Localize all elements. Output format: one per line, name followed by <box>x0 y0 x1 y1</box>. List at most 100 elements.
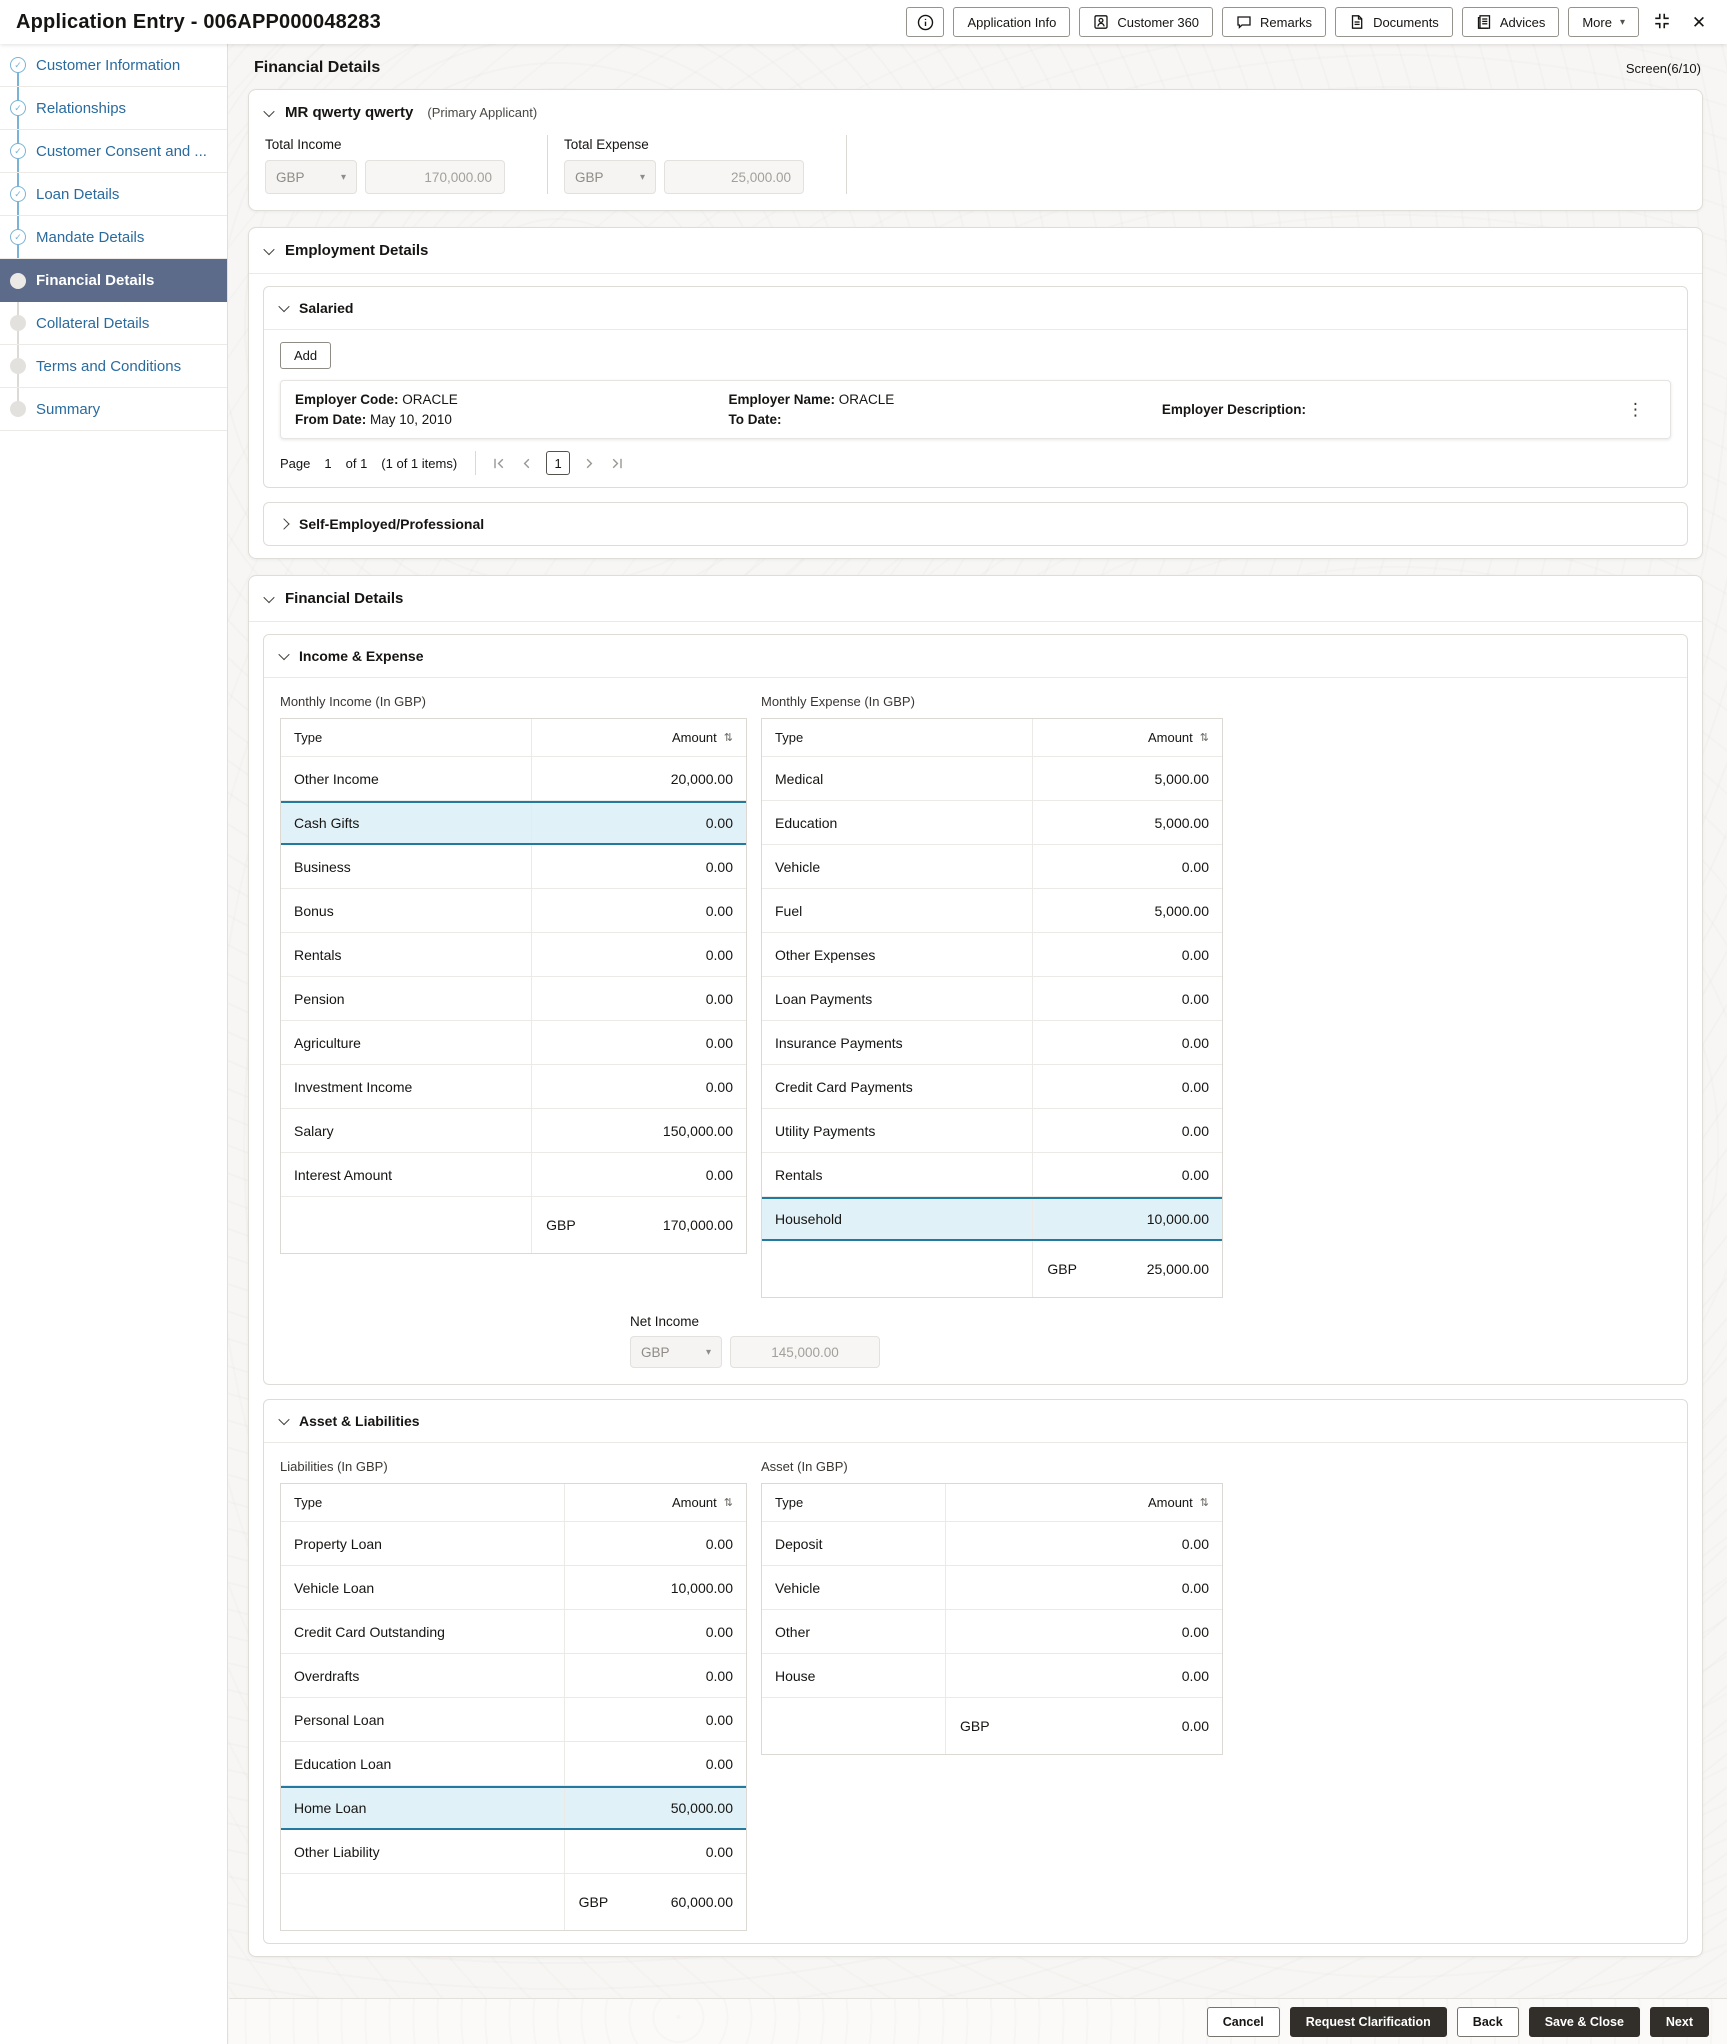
row-amount: 0.00 <box>1181 1579 1209 1596</box>
table-row[interactable]: Vehicle Loan 10,000.00 <box>281 1566 746 1611</box>
row-amount: 5,000.00 <box>1154 814 1210 831</box>
table-row[interactable]: Medical 5,000.00 <box>762 757 1222 802</box>
customer-360-label: Customer 360 <box>1117 14 1200 30</box>
first-page-icon[interactable] <box>492 456 507 471</box>
next-button[interactable]: Next <box>1649 2006 1709 2037</box>
table-row[interactable]: Other 0.00 <box>762 1610 1222 1655</box>
table-row[interactable]: Agriculture 0.00 <box>281 1021 746 1066</box>
total-currency: GBP <box>546 1217 576 1234</box>
sidebar-step-summary[interactable]: Summary <box>0 388 227 431</box>
table-row[interactable]: Cash Gifts 0.00 <box>281 801 746 846</box>
self-employed-accordion-header[interactable]: Self-Employed/Professional <box>264 503 1687 545</box>
table-row[interactable]: Other Income 20,000.00 <box>281 757 746 802</box>
sidebar-step-relationships[interactable]: ✓ Relationships <box>0 87 227 130</box>
income-expense-accordion-header[interactable]: Income & Expense <box>264 635 1687 679</box>
row-amount: 0.00 <box>705 1843 733 1860</box>
amount-column-header: Amount <box>671 730 717 746</box>
table-row[interactable]: Bonus 0.00 <box>281 889 746 934</box>
table-row[interactable]: Deposit 0.00 <box>762 1522 1222 1567</box>
table-row[interactable]: Education Loan 0.00 <box>281 1742 746 1787</box>
footer-action-bar: Cancel Request Clarification Back Save &… <box>229 1998 1727 2044</box>
sidebar-step-label: Collateral Details <box>36 314 150 332</box>
add-employment-button[interactable]: Add <box>280 342 332 369</box>
sort-icon[interactable]: ⇅ <box>1200 1496 1209 1509</box>
table-row[interactable]: Credit Card Outstanding 0.00 <box>281 1610 746 1655</box>
save-close-button[interactable]: Save & Close <box>1528 2006 1640 2037</box>
table-row[interactable]: Other Expenses 0.00 <box>762 933 1222 978</box>
table-row[interactable]: Credit Card Payments 0.00 <box>762 1065 1222 1110</box>
applicant-role: (Primary Applicant) <box>427 105 538 120</box>
table-row[interactable]: Pension 0.00 <box>281 977 746 1022</box>
sidebar-step-financial-details[interactable]: Financial Details <box>0 259 227 302</box>
financial-accordion-header[interactable]: Financial Details <box>249 576 1702 623</box>
table-row[interactable]: Utility Payments 0.00 <box>762 1109 1222 1154</box>
sidebar-step-terms-and-conditions[interactable]: Terms and Conditions <box>0 345 227 388</box>
current-page-box[interactable]: 1 <box>546 451 571 476</box>
table-row[interactable]: Rentals 0.00 <box>762 1153 1222 1198</box>
sidebar-step-mandate-details[interactable]: ✓ Mandate Details <box>0 216 227 259</box>
table-row[interactable]: Insurance Payments 0.00 <box>762 1021 1222 1066</box>
last-page-icon[interactable] <box>609 456 624 471</box>
table-row[interactable]: Education 5,000.00 <box>762 801 1222 846</box>
table-row[interactable]: Home Loan 50,000.00 <box>281 1786 746 1831</box>
row-type: Rentals <box>281 933 533 977</box>
table-total-row: GBP 25,000.00 <box>762 1241 1222 1298</box>
salaried-title: Salaried <box>299 300 354 316</box>
table-row[interactable]: Business 0.00 <box>281 845 746 890</box>
chevron-right-icon <box>278 518 290 530</box>
sidebar-step-loan-details[interactable]: ✓ Loan Details <box>0 173 227 216</box>
financial-title: Financial Details <box>285 590 404 608</box>
sort-icon[interactable]: ⇅ <box>1200 731 1209 744</box>
asset-liabilities-accordion-header[interactable]: Asset & Liabilities <box>264 1400 1687 1444</box>
table-row[interactable]: Vehicle 0.00 <box>762 1566 1222 1611</box>
total-expense-label: Total Expense <box>564 137 649 152</box>
request-clarification-button[interactable]: Request Clarification <box>1289 2006 1447 2037</box>
table-row[interactable]: Salary 150,000.00 <box>281 1109 746 1154</box>
sidebar-step-customer-consent-and[interactable]: ✓ Customer Consent and ... <box>0 130 227 173</box>
remarks-button[interactable]: Remarks <box>1222 7 1327 37</box>
table-row[interactable]: Other Liability 0.00 <box>281 1830 746 1875</box>
sidebar-step-customer-information[interactable]: ✓ Customer Information <box>0 44 227 87</box>
sort-icon[interactable]: ⇅ <box>724 731 733 744</box>
table-row[interactable]: Rentals 0.00 <box>281 933 746 978</box>
row-type: Interest Amount <box>281 1153 533 1197</box>
table-row[interactable]: Personal Loan 0.00 <box>281 1698 746 1743</box>
info-button[interactable] <box>906 7 945 37</box>
page-of-label: of 1 <box>345 455 368 471</box>
total-amount-cell: GBP 60,000.00 <box>565 1874 746 1930</box>
kebab-menu-icon[interactable]: ⋮ <box>1616 400 1656 420</box>
total-expense-amount-field: 25,000.00 <box>664 160 804 194</box>
table-row[interactable]: House 0.00 <box>762 1654 1222 1699</box>
table-row[interactable]: Loan Payments 0.00 <box>762 977 1222 1022</box>
total-income-currency-select: GBP ▾ <box>265 160 357 194</box>
cancel-button[interactable]: Cancel <box>1206 2006 1280 2037</box>
sidebar-step-collateral-details[interactable]: Collateral Details <box>0 302 227 345</box>
collapse-expand-button[interactable] <box>1648 7 1676 37</box>
employment-accordion-header[interactable]: Employment Details <box>249 228 1702 274</box>
application-info-button[interactable]: Application Info <box>953 7 1071 37</box>
liabilities-table: Liabilities (In GBP) Type Amount ⇅ Prope… <box>280 1455 747 1932</box>
row-type: Investment Income <box>281 1065 533 1109</box>
more-button[interactable]: More ▾ <box>1568 7 1639 37</box>
self-employed-title: Self-Employed/Professional <box>299 516 485 533</box>
table-row[interactable]: Investment Income 0.00 <box>281 1065 746 1110</box>
close-button[interactable]: ✕ <box>1685 7 1713 37</box>
previous-page-icon[interactable] <box>519 456 534 471</box>
sort-icon[interactable]: ⇅ <box>724 1496 733 1509</box>
back-button[interactable]: Back <box>1456 2006 1519 2037</box>
table-row[interactable]: Interest Amount 0.00 <box>281 1153 746 1198</box>
table-row[interactable]: Household 10,000.00 <box>762 1197 1222 1242</box>
step-check-icon: ✓ <box>10 229 26 245</box>
advices-button[interactable]: Advices <box>1461 7 1560 37</box>
documents-button[interactable]: Documents <box>1335 7 1453 37</box>
row-amount: 0.00 <box>705 815 733 832</box>
table-row[interactable]: Overdrafts 0.00 <box>281 1654 746 1699</box>
table-row[interactable]: Vehicle 0.00 <box>762 845 1222 890</box>
salaried-accordion-header[interactable]: Salaried <box>264 287 1687 330</box>
table-row[interactable]: Fuel 5,000.00 <box>762 889 1222 934</box>
table-row[interactable]: Property Loan 0.00 <box>281 1522 746 1567</box>
applicant-accordion-header[interactable]: MR qwerty qwerty (Primary Applicant) <box>249 90 1702 135</box>
customer-360-button[interactable]: Customer 360 <box>1079 7 1214 37</box>
monthly-expense-table: Monthly Expense (In GBP) Type Amount ⇅ M… <box>761 690 1223 1299</box>
next-page-icon[interactable] <box>582 456 597 471</box>
